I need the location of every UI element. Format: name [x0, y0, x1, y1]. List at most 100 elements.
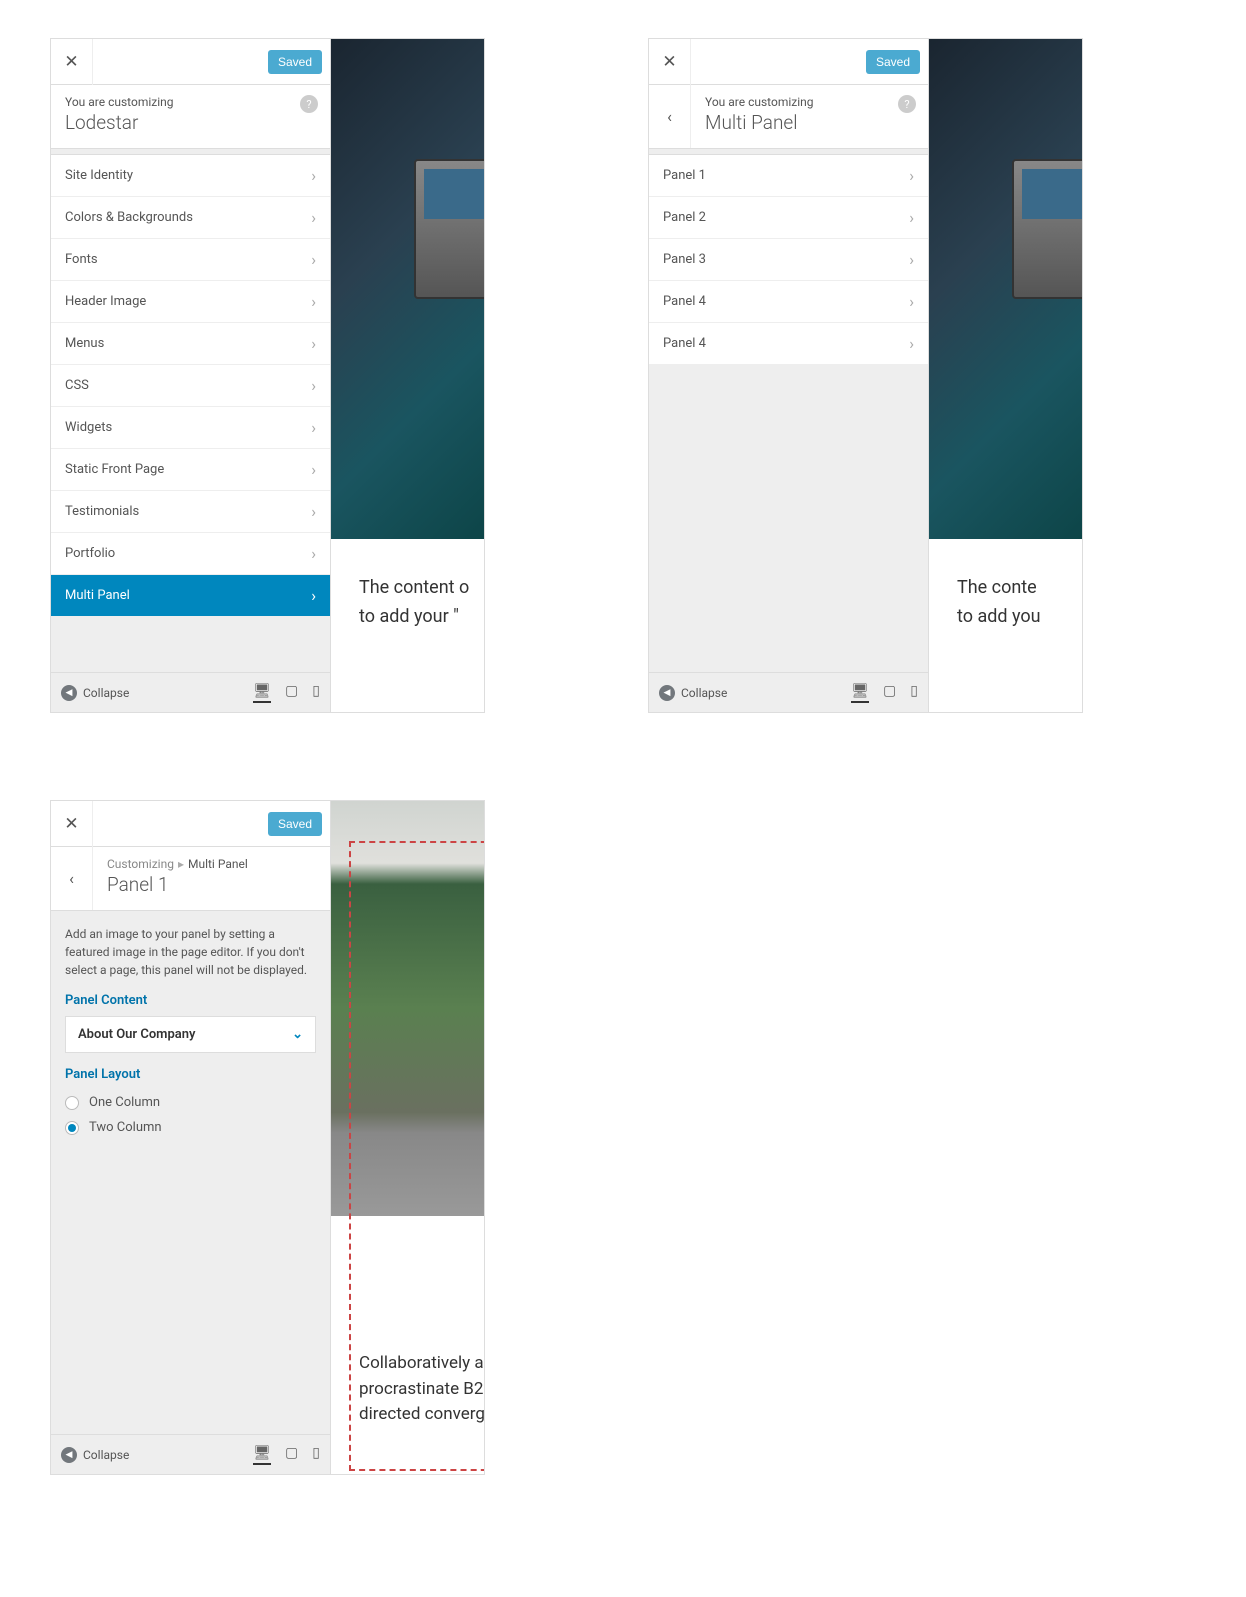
menu-item-label: Multi Panel: [65, 588, 130, 603]
sidebar-topbar: ✕ Saved: [649, 39, 928, 85]
chevron-right-icon: ›: [311, 586, 316, 605]
mobile-icon[interactable]: ▯: [910, 683, 918, 703]
mobile-icon[interactable]: ▯: [312, 1445, 320, 1465]
menu-item-label: Menus: [65, 336, 104, 351]
menu-item[interactable]: Static Front Page›: [51, 449, 330, 491]
desktop-icon[interactable]: 🖥: [851, 683, 869, 703]
menu-item[interactable]: Header Image›: [51, 281, 330, 323]
device-preview-icons: 🖥 ▢ ▯: [253, 683, 320, 703]
collapse-button[interactable]: ◀ Collapse: [61, 685, 129, 701]
customizer-sidebar: ✕ Saved You are customizing Lodestar ? S…: [51, 39, 331, 712]
menu-item[interactable]: Testimonials›: [51, 491, 330, 533]
menu-item[interactable]: Fonts ›: [51, 239, 330, 281]
customizer-screenshot-3: ✕ Saved ‹ Customizing▸Multi Panel Panel …: [50, 800, 485, 1475]
preview-monitor-graphic: [1012, 159, 1082, 299]
sidebar-header: You are customizing Lodestar ?: [51, 85, 330, 149]
header-subtitle: You are customizing: [65, 95, 316, 109]
help-icon[interactable]: ?: [300, 95, 318, 113]
menu-item[interactable]: Panel 4›: [649, 323, 928, 365]
menu-item-label: CSS: [65, 378, 89, 393]
device-preview-icons: 🖥 ▢ ▯: [851, 683, 918, 703]
customizer-screenshot-1: ✕ Saved You are customizing Lodestar ? S…: [50, 38, 485, 713]
preview-monitor-graphic: [414, 159, 484, 299]
menu-item[interactable]: Site Identity›: [51, 155, 330, 197]
sidebar-empty: [51, 1140, 330, 1434]
site-preview: Collaboratively adm procrastinate B2C di…: [331, 801, 484, 1474]
collapse-label: Collapse: [681, 686, 727, 700]
tablet-icon[interactable]: ▢: [285, 1445, 298, 1465]
sidebar-footer: ◀ Collapse 🖥 ▢ ▯: [51, 672, 330, 712]
chevron-right-icon: ›: [311, 166, 316, 185]
close-button[interactable]: ✕: [649, 39, 691, 85]
sidebar-header: ‹ You are customizing Multi Panel ?: [649, 85, 928, 149]
menu-item-label: Panel 4: [663, 294, 706, 309]
menu-item[interactable]: Colors & Backgrounds ›: [51, 197, 330, 239]
sidebar-empty: [51, 617, 330, 672]
menu-item[interactable]: Widgets ›: [51, 407, 330, 449]
chevron-right-icon: ›: [311, 334, 316, 353]
device-preview-icons: 🖥 ▢ ▯: [253, 1445, 320, 1465]
saved-button[interactable]: Saved: [268, 812, 322, 836]
mobile-icon[interactable]: ▯: [312, 683, 320, 703]
chevron-right-icon: ›: [311, 292, 316, 311]
preview-text: Collaboratively adm procrastinate B2C di…: [359, 1351, 484, 1428]
chevron-right-icon: ›: [311, 208, 316, 227]
panel-content-label: Panel Content: [51, 993, 330, 1016]
radio-two-column[interactable]: Two Column: [51, 1115, 330, 1140]
customizer-sidebar: ✕ Saved ‹ Customizing▸Multi Panel Panel …: [51, 801, 331, 1474]
preview-content-bg: [331, 1216, 484, 1474]
collapse-label: Collapse: [83, 686, 129, 700]
menu-item[interactable]: Panel 2 ›: [649, 197, 928, 239]
menu-item-label: Panel 4: [663, 336, 706, 351]
close-button[interactable]: ✕: [51, 801, 93, 847]
menu-item[interactable]: Panel 1›: [649, 155, 928, 197]
collapse-button[interactable]: ◀ Collapse: [659, 685, 727, 701]
radio-label: Two Column: [89, 1120, 162, 1135]
preview-text: The conte to add you: [957, 564, 1082, 632]
customizer-screenshot-2: ✕ Saved ‹ You are customizing Multi Pane…: [648, 38, 1083, 713]
back-button[interactable]: ‹: [51, 847, 93, 910]
chevron-down-icon: ⌄: [292, 1027, 303, 1042]
menu-item[interactable]: CSS ›: [51, 365, 330, 407]
menu-item-label: Panel 3: [663, 252, 706, 267]
preview-panel-image: [331, 801, 484, 1216]
tablet-icon[interactable]: ▢: [883, 683, 896, 703]
saved-button[interactable]: Saved: [268, 50, 322, 74]
panel-content-select[interactable]: About Our Company ⌄: [65, 1016, 316, 1053]
radio-icon: [65, 1096, 79, 1110]
help-icon[interactable]: ?: [898, 95, 916, 113]
menu-item-label: Panel 1: [663, 168, 706, 183]
menu-item-label: Fonts: [65, 252, 98, 267]
chevron-right-icon: ›: [311, 418, 316, 437]
menu-item-label: Colors & Backgrounds: [65, 210, 193, 225]
chevron-right-icon: ›: [311, 250, 316, 269]
preview-hero-image: [331, 39, 484, 539]
saved-button[interactable]: Saved: [866, 50, 920, 74]
back-button[interactable]: ‹: [649, 85, 691, 148]
customizer-menu: Panel 1›Panel 2›Panel 3›Panel 4›Panel 4›: [649, 155, 928, 365]
menu-item[interactable]: Menus ›: [51, 323, 330, 365]
menu-item[interactable]: Multi Panel ›: [51, 575, 330, 617]
radio-one-column[interactable]: One Column: [51, 1090, 330, 1115]
chevron-right-icon: ›: [311, 544, 316, 563]
desktop-icon[interactable]: 🖥: [253, 1445, 271, 1465]
panel-description: Add an image to your panel by setting a …: [51, 911, 330, 993]
header-subtitle: You are customizing: [705, 95, 914, 109]
chevron-right-icon: ›: [311, 460, 316, 479]
menu-item-label: Panel 2: [663, 210, 706, 225]
menu-item-label: Widgets: [65, 420, 112, 435]
chevron-right-icon: ›: [909, 208, 914, 227]
collapse-button[interactable]: ◀ Collapse: [61, 1447, 129, 1463]
header-title: Panel 1: [107, 873, 316, 896]
collapse-label: Collapse: [83, 1448, 129, 1462]
menu-item[interactable]: Panel 3›: [649, 239, 928, 281]
desktop-icon[interactable]: 🖥: [253, 683, 271, 703]
preview-hero-image: [929, 39, 1082, 539]
sidebar-footer: ◀ Collapse 🖥 ▢ ▯: [51, 1434, 330, 1474]
close-button[interactable]: ✕: [51, 39, 93, 85]
tablet-icon[interactable]: ▢: [285, 683, 298, 703]
chevron-right-icon: ›: [311, 376, 316, 395]
header-title: Lodestar: [65, 111, 316, 134]
menu-item[interactable]: Panel 4›: [649, 281, 928, 323]
menu-item[interactable]: Portfolio›: [51, 533, 330, 575]
